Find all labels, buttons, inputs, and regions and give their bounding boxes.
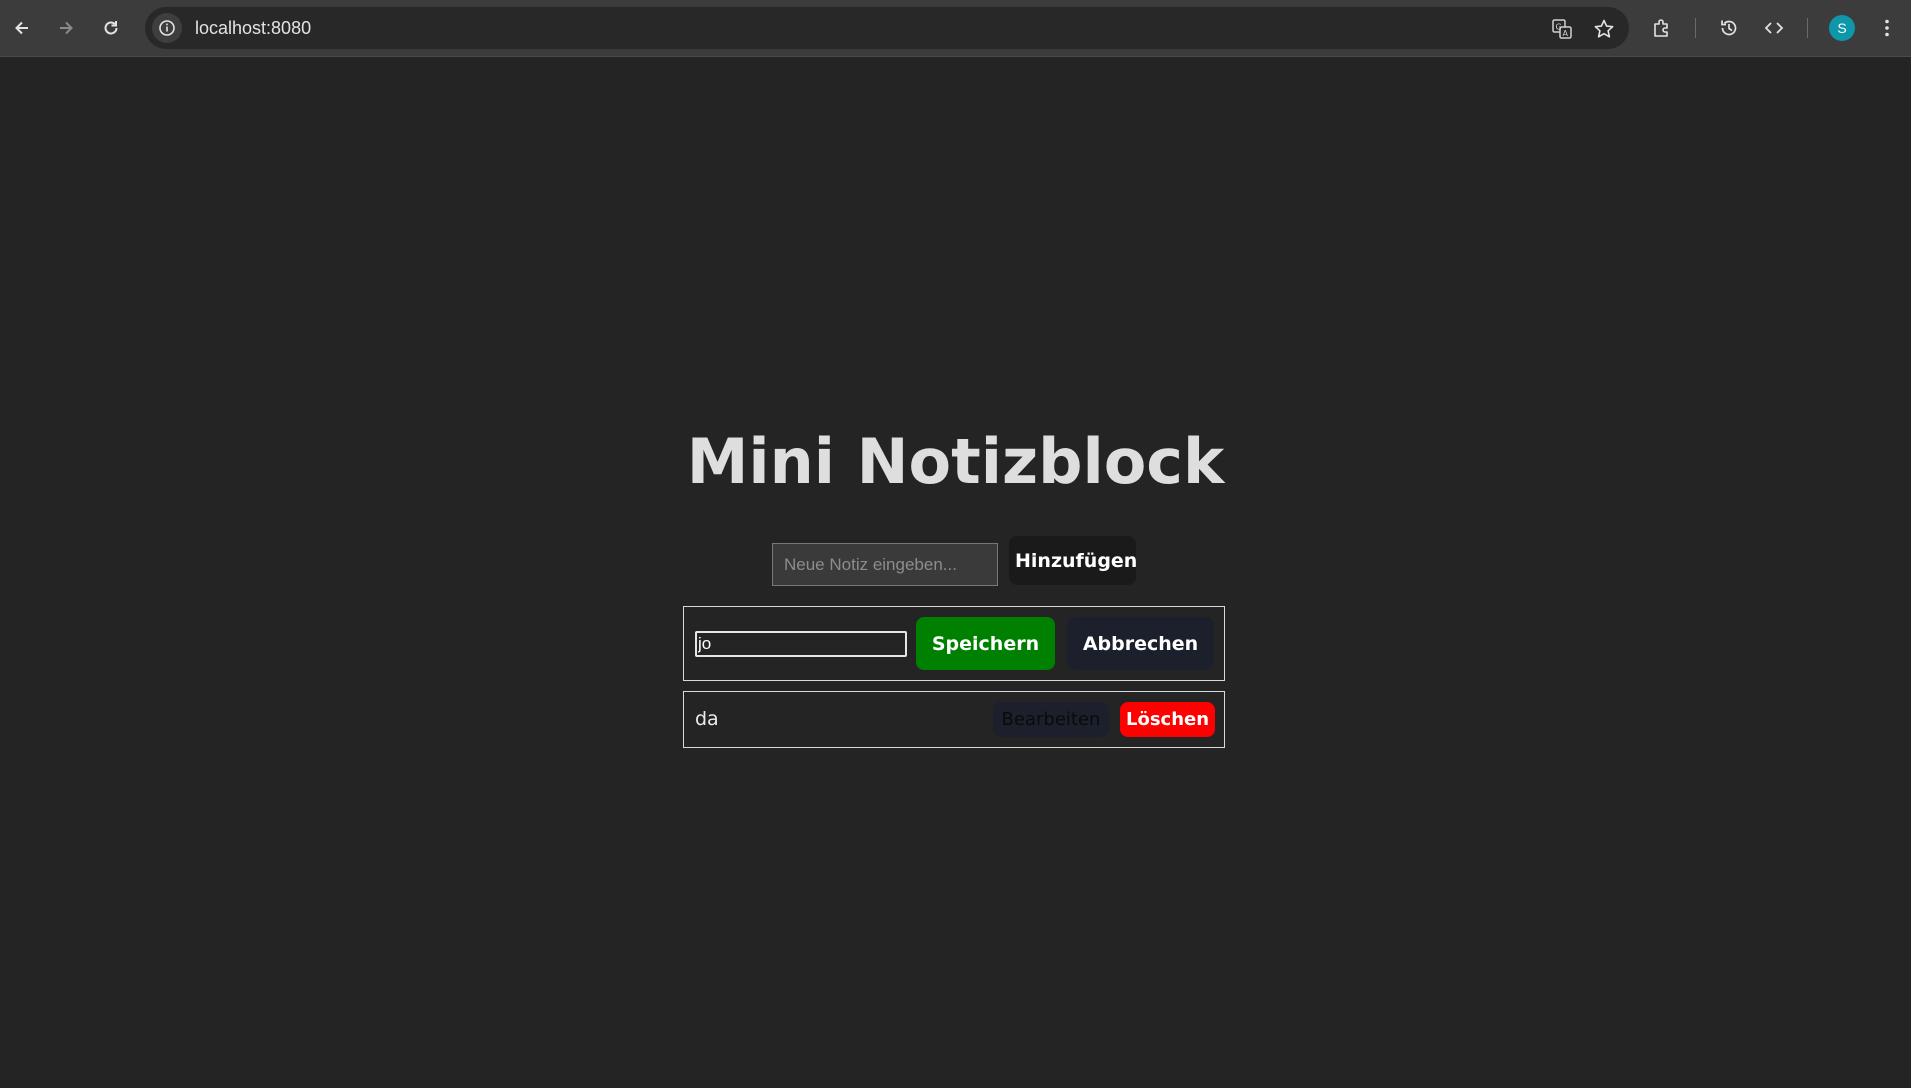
profile-avatar[interactable]: S bbox=[1829, 15, 1855, 41]
page-title: Mini Notizblock bbox=[686, 425, 1225, 498]
translate-icon: GA bbox=[1552, 19, 1572, 39]
url-text[interactable]: localhost:8080 bbox=[195, 18, 311, 39]
bookmark-star-icon bbox=[1594, 19, 1614, 38]
svg-text:G: G bbox=[1556, 23, 1562, 32]
history-button[interactable] bbox=[1716, 15, 1742, 41]
save-button[interactable]: Speichern bbox=[916, 617, 1055, 670]
add-note-button[interactable]: Hinzufügen bbox=[1009, 536, 1137, 585]
extensions-button[interactable] bbox=[1649, 15, 1675, 41]
history-icon bbox=[1721, 20, 1737, 36]
toolbar-separator bbox=[1695, 18, 1696, 38]
menu-dots-icon bbox=[1885, 19, 1889, 37]
translate-button[interactable]: GA bbox=[1549, 16, 1575, 42]
forward-button[interactable] bbox=[52, 14, 80, 42]
delete-button[interactable]: Löschen bbox=[1120, 702, 1215, 737]
reload-button[interactable] bbox=[97, 14, 125, 42]
address-bar[interactable]: localhost:8080 GA bbox=[145, 7, 1629, 49]
edit-button[interactable]: Bearbeiten bbox=[993, 702, 1109, 737]
forward-icon bbox=[60, 21, 73, 35]
site-info-button[interactable] bbox=[152, 13, 182, 43]
reload-icon bbox=[104, 21, 118, 35]
devtools-button[interactable] bbox=[1761, 15, 1787, 41]
extensions-icon bbox=[1654, 19, 1668, 37]
bookmark-button[interactable] bbox=[1591, 16, 1617, 42]
back-button[interactable] bbox=[8, 14, 36, 42]
note-item-editing: Speichern Abbrechen bbox=[683, 606, 1225, 681]
svg-text:A: A bbox=[1563, 29, 1569, 38]
note-item: da Bearbeiten Löschen bbox=[683, 691, 1225, 748]
note-text: da bbox=[695, 708, 719, 730]
browser-toolbar: localhost:8080 GA S bbox=[0, 0, 1911, 57]
site-info-icon bbox=[159, 20, 175, 36]
devtools-code-icon bbox=[1764, 22, 1784, 34]
back-icon bbox=[15, 21, 28, 35]
edit-note-input[interactable] bbox=[695, 631, 907, 657]
toolbar-separator bbox=[1807, 18, 1808, 38]
new-note-input[interactable] bbox=[772, 543, 998, 586]
browser-menu-button[interactable] bbox=[1874, 15, 1900, 41]
cancel-button[interactable]: Abbrechen bbox=[1067, 617, 1214, 670]
